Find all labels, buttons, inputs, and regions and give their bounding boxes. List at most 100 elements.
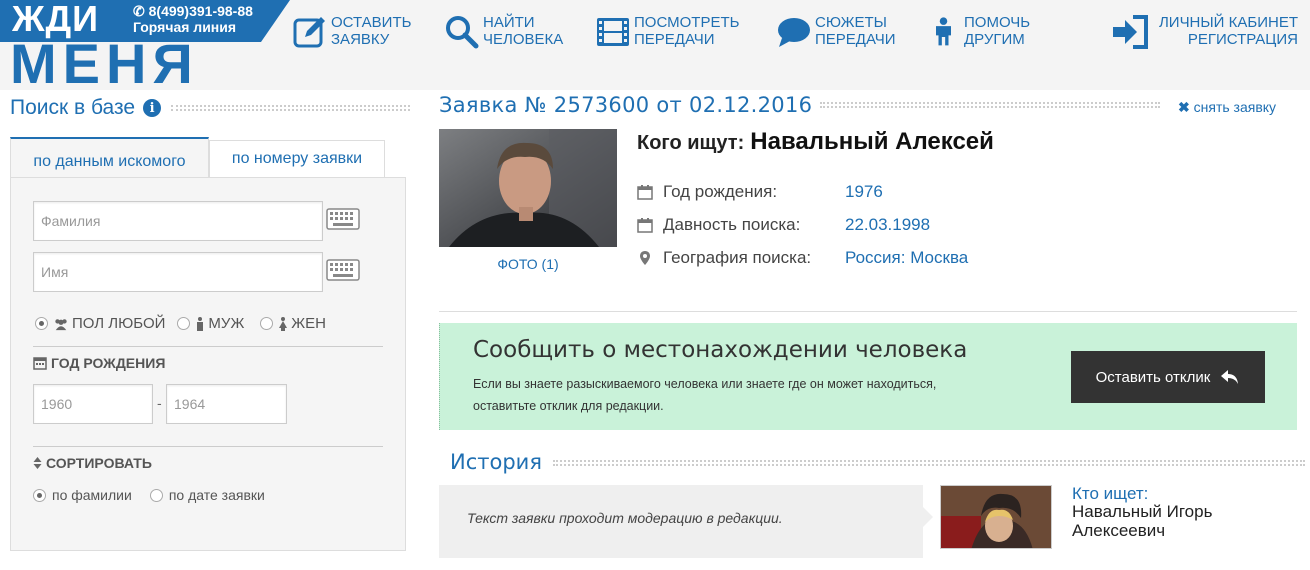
sort-by-date-label: по дате заявки: [168, 487, 265, 503]
fact-value[interactable]: Россия: Москва: [845, 248, 968, 268]
tab-by-request-number[interactable]: по номеру заявки: [209, 140, 385, 177]
report-title: Сообщить о местонахождении человека: [473, 337, 968, 363]
missing-person-photo[interactable]: [439, 129, 617, 247]
nav-label: Помочь другим: [964, 14, 1031, 48]
gender-options: ПОЛ ЛЮБОЙ МУЖ ЖЕН: [35, 315, 326, 332]
search-icon: [446, 16, 479, 49]
chat-icon: [778, 18, 810, 47]
map-pin-icon: [640, 251, 650, 265]
sort-by-date-radio[interactable]: [149, 488, 163, 502]
nav-account[interactable]: Личный кабинет Регистрация: [1111, 14, 1298, 50]
nav-show-stories[interactable]: Сюжеты передачи: [776, 14, 896, 54]
fact-label: Давность поиска:: [663, 215, 801, 234]
keyboard-icon[interactable]: [326, 208, 360, 230]
nav-watch-shows[interactable]: Посмотреть передачи: [595, 14, 739, 54]
sort-by-surname-option[interactable]: по фамилии: [33, 487, 132, 503]
sought-label: Кого ищут:: [637, 132, 745, 154]
male-icon: [197, 316, 204, 331]
gender-male-label: МУЖ: [208, 315, 245, 332]
gender-male-radio[interactable]: [177, 317, 191, 330]
login-icon: [1112, 15, 1148, 49]
phone-icon: ✆: [133, 3, 145, 19]
gender-female-radio[interactable]: [260, 317, 274, 330]
section-divider: [33, 446, 383, 447]
year-range-dash: -: [157, 395, 162, 411]
year-to-input[interactable]: 1964: [166, 384, 287, 424]
sought-name: Навальный Алексей: [750, 128, 994, 155]
sort-options: по фамилии по дате заявки: [33, 487, 265, 503]
tab-by-person-data[interactable]: по данным искомого: [10, 137, 209, 177]
history-divider: [553, 460, 1305, 466]
remove-request-link[interactable]: ✖ снять заявку: [1178, 99, 1276, 116]
leave-response-label: Оставить отклик: [1095, 368, 1211, 386]
nav-label: Посмотреть передачи: [634, 14, 740, 48]
sort-label: СОРТИРОВАТЬ: [46, 455, 152, 471]
request-title: Заявка № 2573600 от 02.12.2016: [439, 93, 813, 117]
photo-count-link[interactable]: ФОТО (1): [439, 256, 617, 272]
info-icon[interactable]: i: [143, 99, 162, 117]
calendar-icon: [33, 357, 47, 370]
edit-icon: [293, 17, 325, 48]
hotline-phone[interactable]: ✆ 8(499)391-98-88: [133, 3, 253, 20]
sort-by-surname-label: по фамилии: [52, 487, 132, 503]
first-name-input[interactable]: Имя: [33, 252, 323, 292]
person-icon: [936, 17, 951, 46]
birth-year-label: ГОД РОЖДЕНИЯ: [51, 355, 166, 371]
sought-person: Кого ищут: Навальный Алексей: [637, 128, 994, 156]
gender-any-label: ПОЛ ЛЮБОЙ: [72, 315, 166, 332]
searcher-label: Кто ищет:: [1072, 484, 1149, 503]
nav-leave-request[interactable]: Оставить заявку: [292, 14, 411, 54]
gender-female-option[interactable]: ЖЕН: [260, 315, 326, 332]
sort-by-date-option[interactable]: по дате заявки: [149, 487, 265, 503]
reply-icon: [1221, 370, 1239, 384]
heading-divider: [171, 105, 410, 111]
content-divider: [439, 311, 1297, 312]
gender-any-radio[interactable]: [35, 317, 48, 330]
report-text: Если вы знаете разыскиваемого человека и…: [473, 377, 937, 413]
surname-input[interactable]: Фамилия: [33, 201, 323, 241]
film-icon: [597, 18, 629, 46]
nav-label: Оставить заявку: [331, 14, 412, 48]
searcher-portrait-image: [941, 486, 1051, 548]
section-divider: [33, 346, 383, 347]
remove-request-label: снять заявку: [1193, 99, 1277, 115]
leave-response-button[interactable]: Оставить отклик: [1071, 351, 1265, 403]
nav-find-person[interactable]: Найти человека: [444, 14, 563, 54]
calendar-icon: [637, 218, 653, 233]
fact-search-age: Давность поиска: 22.03.1998: [637, 214, 930, 236]
calendar-icon: [637, 185, 653, 200]
sort-icon: [33, 457, 42, 469]
fact-value: 1976: [845, 182, 883, 201]
search-heading-text: Поиск в базе: [10, 96, 136, 119]
sort-by-surname-radio[interactable]: [33, 488, 46, 502]
sort-heading: СОРТИРОВАТЬ: [33, 455, 152, 471]
searcher-name: Навальный Игорь Алексеевич: [1072, 502, 1213, 540]
report-location-panel: Сообщить о местонахождении человека Если…: [439, 323, 1297, 430]
year-from-input[interactable]: 1960: [33, 384, 153, 424]
birth-year-heading: ГОД РОЖДЕНИЯ: [33, 355, 165, 371]
history-heading: История: [450, 450, 542, 474]
users-icon: [55, 318, 67, 330]
female-icon: [279, 316, 288, 331]
fact-search-geography: География поиска: Россия: Москва: [637, 247, 968, 269]
site-header: ЖДИ ✆ 8(499)391-98-88 Горячая линия МЕНЯ…: [0, 0, 1310, 95]
title-divider: [820, 102, 1160, 108]
keyboard-icon[interactable]: [326, 259, 360, 281]
search-heading: Поиск в базе i: [10, 95, 410, 121]
site-logo[interactable]: ЖДИ ✆ 8(499)391-98-88 Горячая линия МЕНЯ: [0, 0, 290, 95]
gender-male-option[interactable]: МУЖ: [177, 315, 244, 332]
nav-help-others[interactable]: Помочь другим: [931, 14, 1030, 54]
gender-female-label: ЖЕН: [291, 315, 326, 332]
searcher-photo[interactable]: [940, 485, 1052, 549]
fact-label: Год рождения:: [663, 182, 778, 201]
nav-label: Личный кабинет Регистрация: [1158, 14, 1298, 48]
logo-word-menya: МЕНЯ: [10, 32, 199, 95]
close-icon: ✖: [1178, 99, 1190, 115]
history-message-bubble: Текст заявки проходит модерацию в редакц…: [439, 485, 933, 558]
nav-label: Найти человека: [483, 14, 564, 48]
fact-birth-year: Год рождения: 1976: [637, 181, 883, 203]
gender-any-option[interactable]: ПОЛ ЛЮБОЙ: [35, 315, 165, 332]
fact-label: География поиска:: [663, 248, 812, 267]
nav-label: Сюжеты передачи: [815, 14, 896, 48]
portrait-image: [439, 129, 617, 247]
